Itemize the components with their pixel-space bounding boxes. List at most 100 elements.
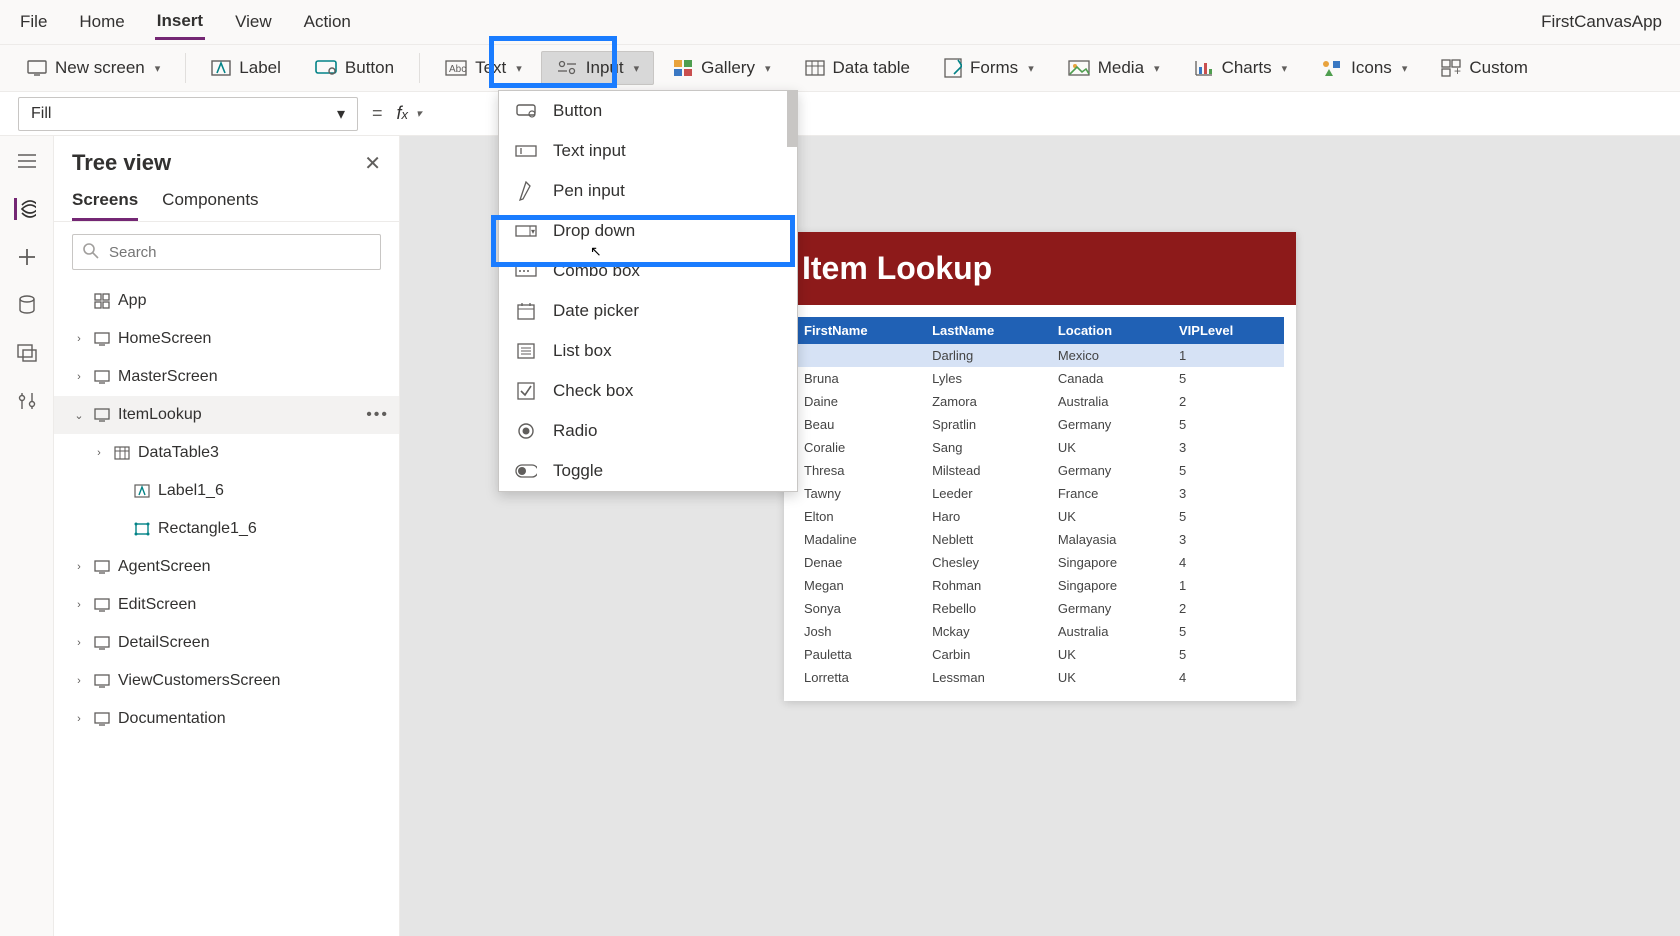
table-cell: Megan xyxy=(796,574,924,597)
more-icon[interactable]: ••• xyxy=(366,406,389,424)
table-row[interactable]: DaineZamoraAustralia2 xyxy=(796,390,1284,413)
gallery-button[interactable]: Gallery ▾ xyxy=(658,51,785,85)
tree-item-editscreen[interactable]: › EditScreen xyxy=(54,586,399,624)
table-row[interactable]: EltonHaroUK5 xyxy=(796,505,1284,528)
menu-file[interactable]: File xyxy=(18,6,49,38)
dropdown-item-drop-down[interactable]: ▾Drop down xyxy=(499,211,797,251)
forms-button[interactable]: Forms ▾ xyxy=(929,51,1049,85)
icons-button[interactable]: Icons ▾ xyxy=(1306,51,1422,85)
tree-item-datatable3[interactable]: ›DataTable3 xyxy=(54,434,399,472)
dropdown-item-toggle[interactable]: Toggle xyxy=(499,451,797,491)
expand-icon[interactable]: › xyxy=(92,447,106,459)
fx-button[interactable]: fx▾ xyxy=(397,103,422,124)
tree-app[interactable]: App xyxy=(54,282,399,320)
button-button[interactable]: Button xyxy=(300,51,409,85)
data-icon[interactable] xyxy=(16,294,38,316)
close-icon[interactable]: ✕ xyxy=(364,151,381,176)
expand-icon[interactable]: › xyxy=(72,637,86,649)
tree-item-label1_6[interactable]: Label1_6 xyxy=(54,472,399,510)
canvas-screen[interactable]: Item Lookup FirstNameLastNameLocationVIP… xyxy=(784,232,1296,701)
app-icon xyxy=(94,293,110,309)
charts-button[interactable]: Charts ▾ xyxy=(1179,51,1303,85)
table-cell: Denae xyxy=(796,551,924,574)
search-input[interactable] xyxy=(72,234,381,270)
dropdown-item-button[interactable]: Button xyxy=(499,91,797,131)
menu-action[interactable]: Action xyxy=(302,6,353,38)
tree-view-icon[interactable] xyxy=(14,198,36,220)
input-button[interactable]: Input ▾ xyxy=(541,51,654,85)
column-header[interactable]: LastName xyxy=(924,317,1050,344)
custom-button[interactable]: + Custom xyxy=(1426,51,1543,85)
menu-home[interactable]: Home xyxy=(77,6,126,38)
dropdown-item-combo-box[interactable]: Combo box xyxy=(499,251,797,291)
menu-bar: File Home Insert View Action FirstCanvas… xyxy=(0,0,1680,44)
table-row[interactable]: SonyaRebelloGermany2 xyxy=(796,597,1284,620)
dropdown-item-check-box[interactable]: Check box xyxy=(499,371,797,411)
cursor-icon: ↖ xyxy=(590,243,602,260)
table-row[interactable]: ThresaMilsteadGermany5 xyxy=(796,459,1284,482)
expand-icon[interactable]: › xyxy=(72,599,86,611)
table-row[interactable]: MadalineNeblettMalayasia3 xyxy=(796,528,1284,551)
screen-icon xyxy=(27,60,47,76)
tab-components[interactable]: Components xyxy=(162,184,258,221)
text-button[interactable]: Abc Text ▾ xyxy=(430,51,537,85)
chevron-down-icon: ▾ xyxy=(416,107,422,120)
table-row[interactable]: BrunaLylesCanada5 xyxy=(796,367,1284,390)
tree-item-documentation[interactable]: ›Documentation xyxy=(54,700,399,738)
custom-icon: + xyxy=(1441,59,1461,77)
property-selector[interactable]: Fill ▾ xyxy=(18,97,358,131)
menu-view[interactable]: View xyxy=(233,6,274,38)
expand-icon[interactable]: ⌄ xyxy=(72,409,86,422)
data-table-button[interactable]: Data table xyxy=(790,51,926,85)
table-row[interactable]: PaulettaCarbinUK5 xyxy=(796,643,1284,666)
tree-item-itemlookup[interactable]: ⌄ItemLookup••• xyxy=(54,396,399,434)
dropdown-item-label: Text input xyxy=(553,141,626,161)
table-row[interactable]: CoralieSangUK3 xyxy=(796,436,1284,459)
column-header[interactable]: Location xyxy=(1050,317,1171,344)
tree-item-viewcustomersscreen[interactable]: ›ViewCustomersScreen xyxy=(54,662,399,700)
tree-item-agentscreen[interactable]: ›AgentScreen xyxy=(54,548,399,586)
table-cell: Haro xyxy=(924,505,1050,528)
table-row[interactable]: MeganRohmanSingapore1 xyxy=(796,574,1284,597)
table-cell: Singapore xyxy=(1050,551,1171,574)
table-row[interactable]: DarlingMexico1 xyxy=(796,344,1284,367)
tree-item-label: EditScreen xyxy=(118,596,196,614)
expand-icon[interactable]: › xyxy=(72,561,86,573)
column-header[interactable]: FirstName xyxy=(796,317,924,344)
table-row[interactable]: BeauSpratlinGermany5 xyxy=(796,413,1284,436)
new-screen-button[interactable]: New screen ▾ xyxy=(12,51,175,85)
expand-icon[interactable]: › xyxy=(72,371,86,383)
expand-icon[interactable]: › xyxy=(72,713,86,725)
dropdown-item-text-input[interactable]: Text input xyxy=(499,131,797,171)
column-header[interactable]: VIPLevel xyxy=(1171,317,1284,344)
scrollbar[interactable] xyxy=(787,91,797,147)
table-row[interactable]: TawnyLeederFrance3 xyxy=(796,482,1284,505)
table-row[interactable]: DenaeChesleySingapore4 xyxy=(796,551,1284,574)
tree-item-detailscreen[interactable]: ›DetailScreen xyxy=(54,624,399,662)
table-row[interactable]: LorrettaLessmanUK4 xyxy=(796,666,1284,689)
table-cell: Coralie xyxy=(796,436,924,459)
dropdown-item-date-picker[interactable]: Date picker xyxy=(499,291,797,331)
screen-icon xyxy=(94,370,110,384)
dropdown-item-pen-input[interactable]: Pen input xyxy=(499,171,797,211)
tree-item-homescreen[interactable]: ›HomeScreen xyxy=(54,320,399,358)
table-cell: Pauletta xyxy=(796,643,924,666)
table-row[interactable]: JoshMckayAustralia5 xyxy=(796,620,1284,643)
table-cell: Neblett xyxy=(924,528,1050,551)
new-screen-label: New screen xyxy=(55,58,145,78)
menu-insert[interactable]: Insert xyxy=(155,5,205,40)
hamburger-icon[interactable] xyxy=(16,150,38,172)
tree-item-masterscreen[interactable]: ›MasterScreen xyxy=(54,358,399,396)
expand-icon[interactable]: › xyxy=(72,333,86,345)
dropdown-item-radio[interactable]: Radio xyxy=(499,411,797,451)
svg-text:▾: ▾ xyxy=(531,227,535,236)
expand-icon[interactable]: › xyxy=(72,675,86,687)
media-rail-icon[interactable] xyxy=(16,342,38,364)
insert-icon[interactable] xyxy=(16,246,38,268)
tree-item-rectangle1_6[interactable]: Rectangle1_6 xyxy=(54,510,399,548)
media-button[interactable]: Media ▾ xyxy=(1053,51,1175,85)
advanced-icon[interactable] xyxy=(16,390,38,412)
tab-screens[interactable]: Screens xyxy=(72,184,138,221)
dropdown-item-list-box[interactable]: List box xyxy=(499,331,797,371)
label-button[interactable]: Label xyxy=(196,51,296,85)
